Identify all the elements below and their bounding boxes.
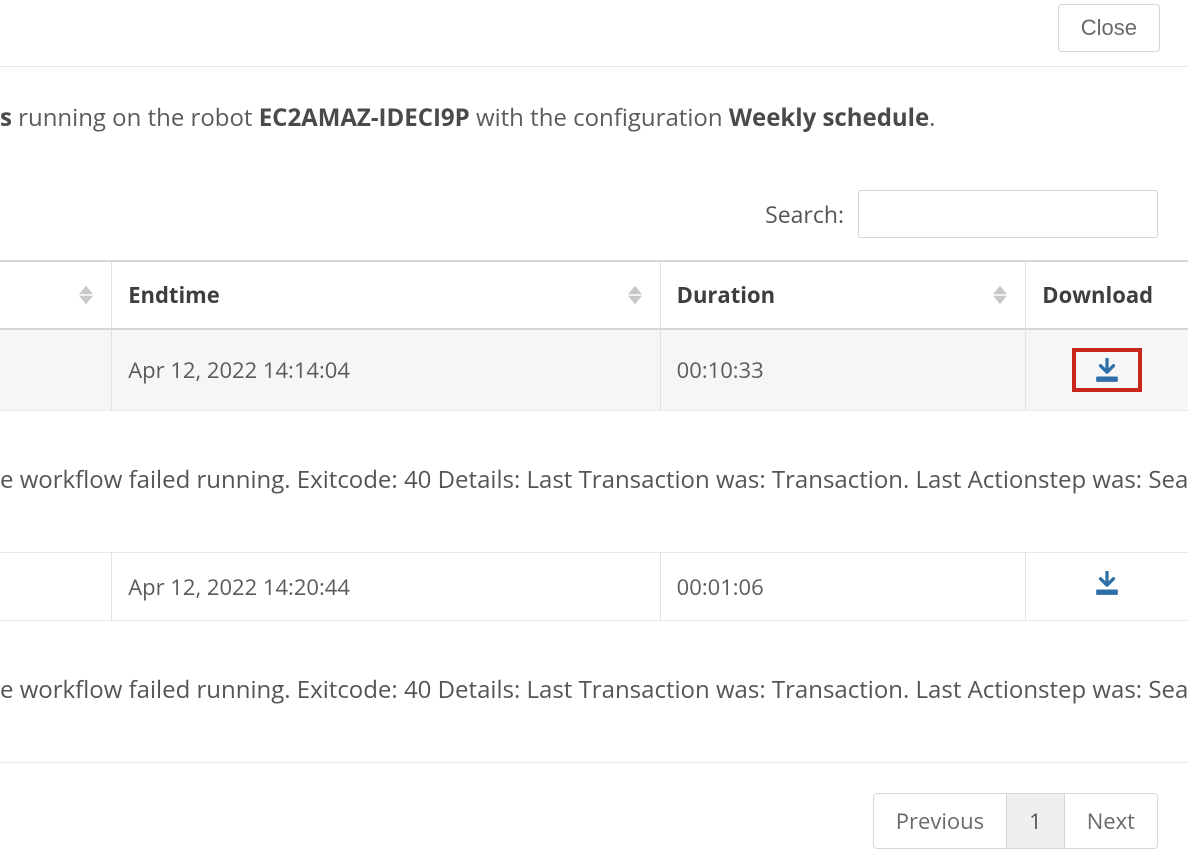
detail-text: e workflow failed running. Exitcode: 40 … <box>0 411 1188 552</box>
config-name: Weekly schedule <box>729 101 929 134</box>
next-button[interactable]: Next <box>1065 794 1157 848</box>
column-download: Download <box>1026 261 1188 329</box>
close-button[interactable]: Close <box>1058 4 1160 52</box>
search-label: Search: <box>765 198 844 230</box>
info-text: running on the robot <box>12 101 259 134</box>
previous-button[interactable]: Previous <box>874 794 1007 848</box>
info-line: s running on the robot EC2AMAZ-IDECI9P w… <box>0 101 1188 134</box>
sort-icon <box>628 286 642 305</box>
download-icon[interactable] <box>1072 348 1142 392</box>
column-endtime[interactable]: Endtime <box>112 261 660 329</box>
column-label: Duration <box>677 280 775 310</box>
page-current[interactable]: 1 <box>1007 794 1065 848</box>
column-first[interactable] <box>0 261 112 329</box>
column-duration[interactable]: Duration <box>660 261 1026 329</box>
sort-icon <box>79 286 93 305</box>
endtime-cell: Apr 12, 2022 14:20:44 <box>112 553 660 621</box>
column-label: Download <box>1042 280 1153 310</box>
table-row: Apr 12, 2022 14:20:44 00:01:06 <box>0 553 1188 621</box>
divider <box>0 66 1188 67</box>
sort-icon <box>993 286 1007 305</box>
table-row: Apr 12, 2022 14:14:04 00:10:33 <box>0 329 1188 411</box>
search-input[interactable] <box>858 190 1158 238</box>
info-text: . <box>929 101 935 134</box>
endtime-cell: Apr 12, 2022 14:14:04 <box>112 329 660 411</box>
robot-name: EC2AMAZ-IDECI9P <box>259 101 470 134</box>
download-icon[interactable] <box>1094 571 1120 595</box>
pagination: Previous 1 Next <box>873 793 1158 849</box>
info-prefix: s <box>0 101 12 134</box>
duration-cell: 00:01:06 <box>660 553 1026 621</box>
info-text: with the configuration <box>470 101 729 134</box>
duration-cell: 00:10:33 <box>660 329 1026 411</box>
results-table: Endtime Duration Download Apr 12, 2022 1… <box>0 260 1188 763</box>
detail-text: e workflow failed running. Exitcode: 40 … <box>0 621 1188 762</box>
column-label: Endtime <box>128 280 220 310</box>
detail-row: e workflow failed running. Exitcode: 40 … <box>0 621 1188 763</box>
detail-row: e workflow failed running. Exitcode: 40 … <box>0 411 1188 553</box>
